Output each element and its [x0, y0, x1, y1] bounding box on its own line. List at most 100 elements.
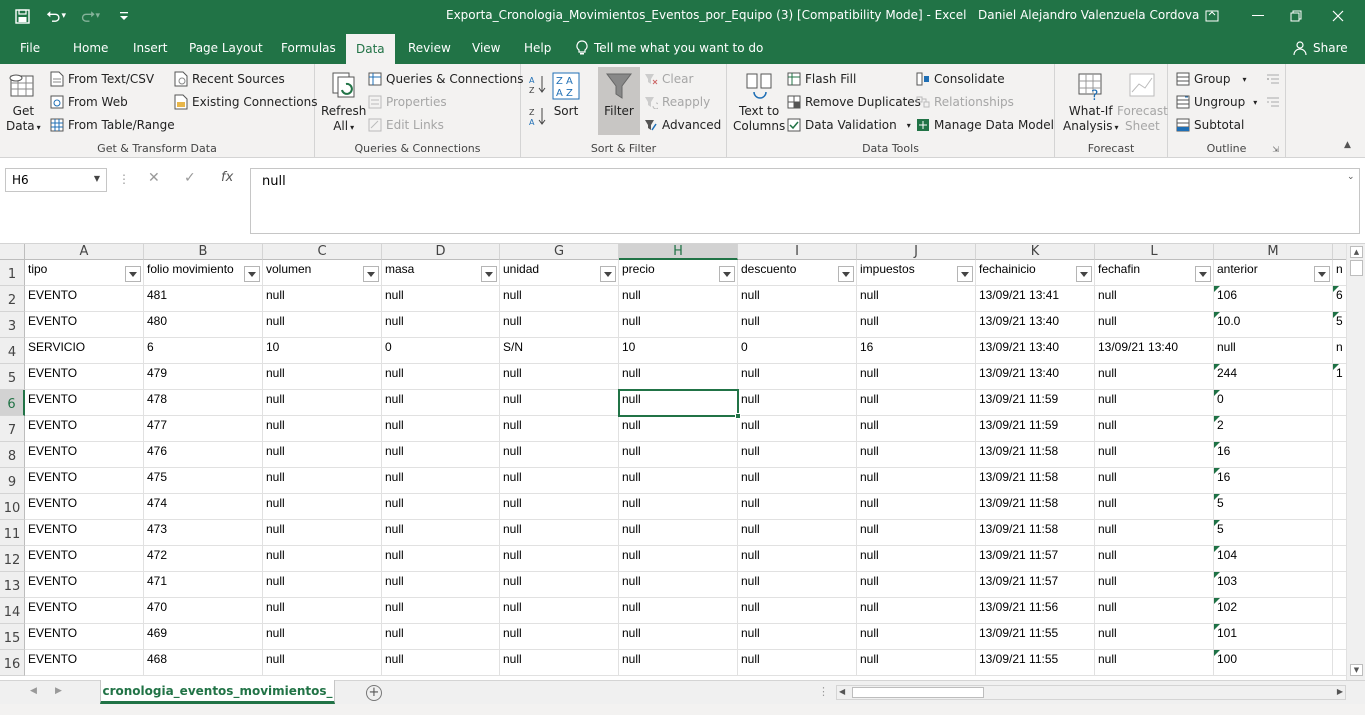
cell[interactable]: 13/09/21 11:55 — [976, 624, 1095, 650]
cell[interactable]: 13/09/21 13:40 — [976, 338, 1095, 364]
column-header-h[interactable]: H — [619, 244, 738, 260]
cell[interactable]: 477 — [144, 416, 263, 442]
cell[interactable]: 479 — [144, 364, 263, 390]
scroll-left-icon[interactable]: ◀ — [839, 687, 845, 696]
cell[interactable]: 106 — [1214, 286, 1333, 312]
cell[interactable]: S/N — [500, 338, 619, 364]
cell[interactable]: EVENTO — [25, 442, 144, 468]
cell[interactable]: null — [619, 364, 738, 390]
cell[interactable] — [1333, 494, 1346, 520]
cell[interactable]: EVENTO — [25, 624, 144, 650]
cell[interactable]: EVENTO — [25, 598, 144, 624]
worksheet-grid[interactable]: A B C D G H I J K L M 1 tipo folio movimiento volumen m… — [0, 244, 1346, 676]
cell[interactable]: null — [738, 520, 857, 546]
cell[interactable]: null — [857, 416, 976, 442]
tab-data[interactable]: Data — [346, 34, 395, 64]
header-cell[interactable]: folio movimiento — [144, 260, 263, 286]
cell[interactable]: 474 — [144, 494, 263, 520]
header-cell[interactable]: masa — [382, 260, 500, 286]
cell[interactable]: null — [738, 468, 857, 494]
cell[interactable]: null — [619, 624, 738, 650]
cell[interactable]: null — [263, 572, 382, 598]
cancel-entry-icon[interactable]: ✕ — [148, 170, 160, 186]
cell[interactable]: null — [500, 494, 619, 520]
filter-dropdown-icon[interactable] — [125, 266, 141, 282]
cell[interactable]: null — [738, 546, 857, 572]
cell[interactable]: null — [500, 390, 619, 416]
flash-fill-button[interactable]: Flash Fill — [787, 69, 856, 89]
sort-button[interactable]: Z AA Z Sort — [551, 70, 581, 119]
group-button[interactable]: Group ▾ — [1176, 69, 1247, 89]
cell[interactable]: null — [857, 442, 976, 468]
cell[interactable]: null — [857, 546, 976, 572]
cell[interactable]: 13/09/21 11:57 — [976, 572, 1095, 598]
cell[interactable]: EVENTO — [25, 286, 144, 312]
cell[interactable]: null — [619, 390, 738, 416]
sheet-tab-active[interactable]: cronologia_eventos_movimientos_ — [100, 680, 335, 704]
cell[interactable]: null — [382, 546, 500, 572]
cell[interactable]: null — [857, 468, 976, 494]
what-if-analysis-button[interactable]: ? What-If Analysis ▾ — [1063, 70, 1118, 135]
filter-dropdown-icon[interactable] — [244, 266, 260, 282]
cell[interactable]: null — [619, 520, 738, 546]
cell[interactable]: 13/09/21 11:58 — [976, 494, 1095, 520]
cell[interactable]: null — [1095, 468, 1214, 494]
sort-z-to-a-button[interactable]: ZA — [529, 106, 547, 126]
recent-sources-button[interactable]: Recent Sources — [174, 69, 285, 89]
cell[interactable]: null — [619, 546, 738, 572]
cell[interactable]: null — [382, 650, 500, 676]
vertical-scrollbar[interactable]: ▲ ▼ — [1346, 244, 1365, 680]
header-cell[interactable]: volumen — [263, 260, 382, 286]
cell[interactable]: 13/09/21 13:40 — [976, 312, 1095, 338]
confirm-entry-icon[interactable]: ✓ — [184, 170, 196, 186]
cell[interactable]: 478 — [144, 390, 263, 416]
row-header-12[interactable]: 12 — [0, 546, 25, 572]
cell[interactable]: 473 — [144, 520, 263, 546]
forecast-sheet-button[interactable]: Forecast Sheet — [1117, 70, 1168, 134]
cell[interactable] — [1333, 572, 1346, 598]
header-cell[interactable]: tipo — [25, 260, 144, 286]
cell[interactable]: 5 — [1333, 312, 1346, 338]
cell[interactable]: null — [263, 494, 382, 520]
header-cell[interactable]: precio — [619, 260, 738, 286]
row-header-2[interactable]: 2 — [0, 286, 25, 312]
hide-detail-icon[interactable] — [1266, 92, 1280, 112]
cell[interactable]: null — [738, 286, 857, 312]
cell[interactable]: 10 — [619, 338, 738, 364]
cell[interactable]: EVENTO — [25, 650, 144, 676]
cell[interactable]: 472 — [144, 546, 263, 572]
cell[interactable]: EVENTO — [25, 468, 144, 494]
sort-a-to-z-button[interactable]: AZ — [529, 74, 547, 94]
cell[interactable]: null — [382, 312, 500, 338]
cell[interactable]: null — [263, 598, 382, 624]
cell[interactable]: null — [382, 598, 500, 624]
data-validation-dropdown-icon[interactable]: ▾ — [907, 121, 911, 130]
cell[interactable]: 13/09/21 11:55 — [976, 650, 1095, 676]
column-header-a[interactable]: A — [25, 244, 144, 260]
cell[interactable]: null — [263, 390, 382, 416]
cell[interactable]: 470 — [144, 598, 263, 624]
column-header-g[interactable]: G — [500, 244, 619, 260]
name-box[interactable]: H6 ▼ — [5, 168, 107, 192]
header-cell[interactable]: anterior — [1214, 260, 1333, 286]
tab-formulas[interactable]: Formulas — [281, 32, 336, 64]
row-header-10[interactable]: 10 — [0, 494, 25, 520]
cell[interactable]: EVENTO — [25, 572, 144, 598]
tab-view[interactable]: View — [472, 32, 500, 64]
cell[interactable]: null — [619, 468, 738, 494]
show-detail-icon[interactable] — [1266, 69, 1280, 89]
cell[interactable]: null — [382, 364, 500, 390]
cell[interactable]: 100 — [1214, 650, 1333, 676]
horizontal-scrollbar[interactable]: ◀ ▶ — [836, 685, 1346, 700]
row-header-13[interactable]: 13 — [0, 572, 25, 598]
scroll-right-icon[interactable]: ▶ — [1337, 687, 1343, 696]
cell[interactable] — [1333, 390, 1346, 416]
cell[interactable]: null — [1214, 338, 1333, 364]
cell[interactable]: 6 — [1333, 286, 1346, 312]
cell[interactable]: null — [1095, 364, 1214, 390]
cell[interactable]: 10.0 — [1214, 312, 1333, 338]
filter-dropdown-icon[interactable] — [838, 266, 854, 282]
cell[interactable]: null — [1095, 494, 1214, 520]
cell[interactable]: null — [738, 442, 857, 468]
scroll-down-icon[interactable]: ▼ — [1350, 664, 1363, 676]
